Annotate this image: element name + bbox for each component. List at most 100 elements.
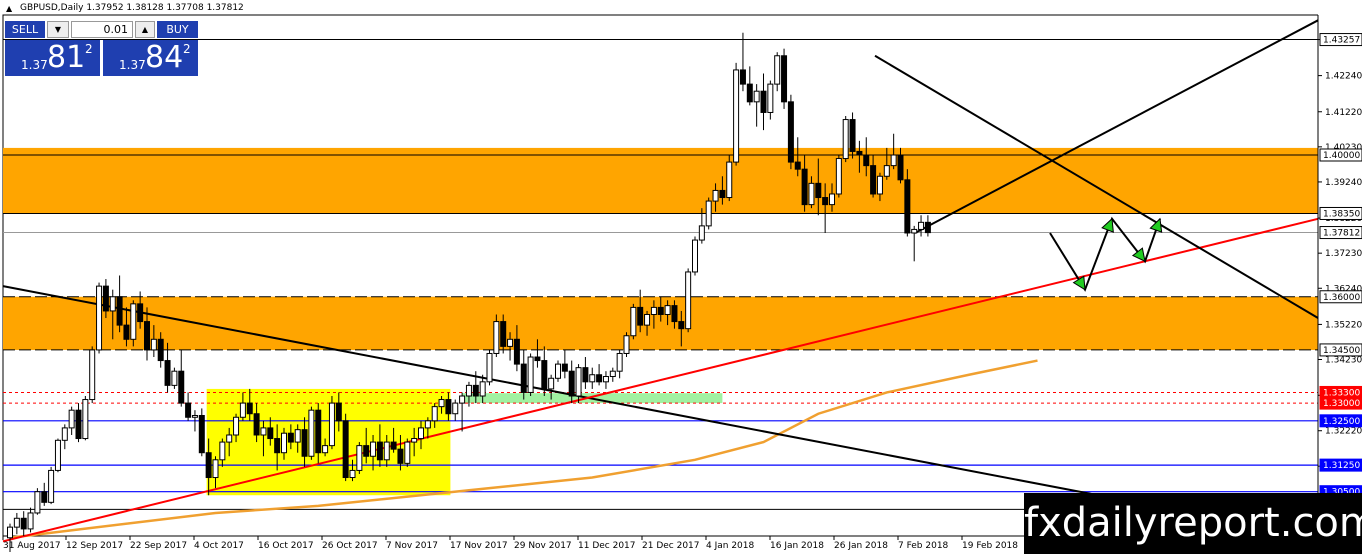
candle-body <box>109 296 116 312</box>
level-tag-label: 1.34500 <box>1323 346 1360 356</box>
candle-body <box>870 165 877 195</box>
candle <box>48 466 55 505</box>
candle-body <box>918 221 925 230</box>
y-tick-label: 1.39240 <box>1325 178 1362 188</box>
x-tick-label: 17 Nov 2017 <box>450 541 508 551</box>
candle <box>733 62 740 166</box>
candle-body <box>719 189 726 199</box>
x-tick-label: 16 Oct 2017 <box>258 541 314 551</box>
candle-body <box>856 150 863 156</box>
candle-body <box>363 445 370 457</box>
candle-body <box>322 445 329 454</box>
candle-body <box>582 367 589 383</box>
candle-body <box>842 119 849 160</box>
candle-body <box>267 427 274 440</box>
candle-body <box>411 438 418 443</box>
candle <box>82 396 89 441</box>
candle-body <box>527 356 534 393</box>
candle <box>356 442 363 474</box>
candle <box>726 154 733 202</box>
candle <box>787 94 794 170</box>
sell-button[interactable]: SELL <box>5 21 45 38</box>
buy-button[interactable]: BUY <box>157 21 198 38</box>
chart-menu-icon[interactable]: ▲ <box>6 4 12 13</box>
candle-body <box>219 441 226 461</box>
x-tick-label: 26 Oct 2017 <box>322 541 378 551</box>
candle-body <box>500 321 507 347</box>
candle-body <box>191 414 198 418</box>
level-tag-label: 1.32500 <box>1323 417 1360 427</box>
candle-body <box>692 239 698 273</box>
candle <box>89 346 96 404</box>
lot-size-input[interactable]: 0.01 <box>71 21 133 38</box>
y-tick-label: 1.41220 <box>1325 108 1362 118</box>
price-chart: 1.432571.422401.412201.402301.392401.382… <box>2 0 1362 554</box>
candle-body <box>281 432 287 454</box>
candle <box>527 353 534 397</box>
sell-price-box[interactable]: 1.37 81 2 <box>5 40 100 76</box>
x-tick-label: 7 Feb 2018 <box>898 541 949 551</box>
candle-body <box>534 356 541 362</box>
brand-watermark: fxdailyreport.com <box>1024 493 1362 554</box>
candle-body <box>20 517 27 530</box>
candle-body <box>616 352 623 372</box>
x-tick-label: 7 Nov 2017 <box>386 541 438 551</box>
candle-body <box>760 90 767 113</box>
candle-body <box>75 409 82 440</box>
candle-body <box>356 445 363 471</box>
candle <box>842 116 849 163</box>
candle-body <box>102 285 109 312</box>
level-tag-label: 1.40000 <box>1323 151 1360 161</box>
x-tick-label: 12 Sep 2017 <box>66 541 123 551</box>
level-tag-label: 1.33000 <box>1323 399 1360 409</box>
candle-body <box>835 158 842 195</box>
x-tick-label: 22 Sep 2017 <box>130 541 187 551</box>
sell-price-pips: 81 <box>47 40 86 75</box>
x-tick-label: 16 Jan 2018 <box>770 541 824 551</box>
one-click-trading-panel: SELL ▼ 0.01 ▲ BUY 1.37 81 2 1.37 84 2 <box>5 21 198 76</box>
candle-body <box>596 374 603 383</box>
candle-body <box>486 352 493 383</box>
candle-body <box>685 271 692 330</box>
x-tick-label: 21 Dec 2017 <box>642 541 700 551</box>
y-tick-label: 1.42240 <box>1325 72 1362 82</box>
candle-body <box>41 491 48 503</box>
candle-body <box>822 197 829 206</box>
level-tag-label: 1.36000 <box>1323 293 1360 303</box>
candle-body <box>815 182 822 199</box>
candle-body <box>61 427 68 441</box>
candle-body <box>342 420 349 479</box>
candle-body <box>650 306 657 315</box>
lot-dropdown-icon[interactable]: ▼ <box>47 21 69 38</box>
plot-area <box>2 14 1319 537</box>
candle-body <box>623 335 630 354</box>
candle-body <box>404 441 411 464</box>
candle-body <box>698 225 705 241</box>
level-tag-label: 1.31250 <box>1323 461 1360 471</box>
candle-body <box>418 427 424 440</box>
candle-body <box>513 338 520 365</box>
candle-body <box>390 441 397 450</box>
candle-body <box>370 441 377 457</box>
level-tag-label: 1.37812 <box>1323 229 1360 239</box>
candle-body <box>657 306 664 315</box>
y-tick-label: 1.32220 <box>1325 427 1362 437</box>
buy-price-box[interactable]: 1.37 84 2 <box>103 40 198 76</box>
candle <box>171 367 178 389</box>
lot-stepper-icon[interactable]: ▲ <box>135 21 155 38</box>
candle <box>342 413 349 482</box>
candle-body <box>863 154 870 167</box>
resistance-zone <box>3 147 1318 214</box>
candle-body <box>493 321 500 354</box>
candle-body <box>705 200 712 227</box>
candle-body <box>774 55 781 85</box>
candle-body <box>253 413 260 436</box>
candle-body <box>787 101 794 163</box>
candle-body <box>144 321 150 351</box>
candle-body <box>157 338 164 362</box>
candle <box>692 236 698 276</box>
candle-body <box>890 154 897 167</box>
x-tick-label: 19 Feb 2018 <box>962 541 1018 551</box>
candle-body <box>96 285 103 351</box>
candle-body <box>376 441 383 461</box>
